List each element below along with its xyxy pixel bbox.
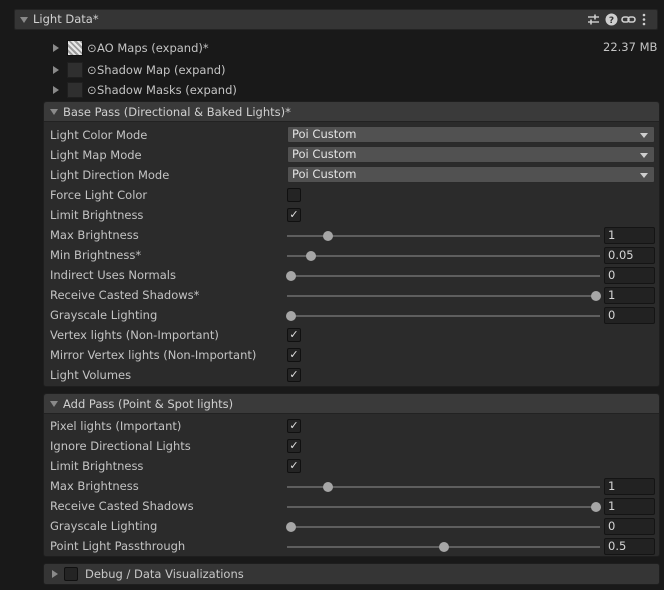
svg-text:?: ? — [609, 16, 614, 26]
receive-casted-shadows-field[interactable]: 1 — [604, 287, 655, 304]
texture-row-shadow-masks[interactable]: ⊙ Shadow Masks (expand) — [0, 80, 664, 100]
base-pass-header[interactable]: Base Pass (Directional & Baked Lights)* — [44, 102, 659, 122]
light-map-mode-dropdown[interactable]: Poi Custom — [287, 146, 655, 163]
slider-handle[interactable] — [322, 482, 333, 492]
point-light-passthrough-label: Point Light Passthrough — [50, 539, 186, 553]
texture-slot[interactable] — [67, 62, 83, 78]
header-title: Light Data* — [33, 12, 99, 26]
object-picker-icon[interactable]: ⊙ — [87, 63, 97, 77]
slider-handle[interactable] — [591, 502, 601, 512]
force-light-color-label: Force Light Color — [50, 188, 148, 202]
mirror-vertex-lights-checkbox[interactable]: ✓ — [287, 348, 301, 362]
light-direction-mode-dropdown[interactable]: Poi Custom — [287, 166, 655, 183]
sliders-icon[interactable] — [587, 13, 600, 26]
expand-arrow-icon[interactable] — [52, 570, 58, 578]
light-volumes-checkbox[interactable]: ✓ — [287, 368, 301, 382]
light-data-header[interactable]: Light Data* ? — [14, 9, 658, 30]
debug-toggle-checkbox[interactable] — [64, 567, 78, 581]
max-brightness-label: Max Brightness — [50, 479, 139, 493]
light-color-mode-label: Light Color Mode — [50, 128, 148, 142]
slider-handle[interactable] — [305, 251, 316, 261]
vertex-lights-label: Vertex lights (Non-Important) — [50, 328, 219, 342]
object-picker-icon[interactable]: ⊙ — [87, 41, 97, 55]
grayscale-lighting-slider[interactable] — [287, 526, 600, 528]
pixel-lights-checkbox[interactable]: ✓ — [287, 419, 301, 433]
grayscale-lighting-label: Grayscale Lighting — [50, 519, 158, 533]
add-pass-title: Add Pass (Point & Spot lights) — [63, 397, 234, 411]
max-brightness-label: Max Brightness — [50, 228, 139, 242]
debug-title: Debug / Data Visualizations — [85, 567, 244, 581]
texture-slot[interactable] — [67, 82, 83, 98]
receive-casted-shadows-field[interactable]: 1 — [604, 498, 655, 515]
slider-handle[interactable] — [286, 271, 296, 281]
min-brightness-label: Min Brightness* — [50, 248, 142, 262]
grayscale-lighting-field[interactable]: 0 — [604, 518, 655, 535]
force-light-color-checkbox[interactable] — [287, 188, 301, 202]
expand-arrow-icon[interactable] — [53, 66, 59, 74]
ignore-directional-lights-label: Ignore Directional Lights — [50, 439, 191, 453]
link-icon[interactable] — [621, 13, 636, 26]
dropdown-value: Poi Custom — [292, 127, 357, 141]
grayscale-lighting-field[interactable]: 0 — [604, 307, 655, 324]
limit-brightness-checkbox[interactable]: ✓ — [287, 208, 301, 222]
max-brightness-field[interactable]: 1 — [604, 227, 655, 244]
dropdown-arrow-icon — [640, 153, 648, 158]
texture-row-shadow-map[interactable]: ⊙ Shadow Map (expand) — [0, 60, 664, 80]
slider-handle[interactable] — [286, 522, 296, 532]
receive-casted-shadows-slider[interactable] — [287, 295, 600, 297]
max-brightness-field[interactable]: 1 — [604, 478, 655, 495]
light-map-mode-label: Light Map Mode — [50, 148, 142, 162]
limit-brightness-label: Limit Brightness — [50, 208, 144, 222]
max-brightness-slider[interactable] — [287, 486, 600, 488]
base-pass-title: Base Pass (Directional & Baked Lights)* — [63, 105, 291, 119]
indirect-uses-normals-label: Indirect Uses Normals — [50, 268, 176, 282]
indirect-uses-normals-slider[interactable] — [287, 275, 600, 277]
object-picker-icon[interactable]: ⊙ — [87, 83, 97, 97]
pixel-lights-label: Pixel lights (Important) — [50, 419, 182, 433]
receive-casted-shadows-slider[interactable] — [287, 506, 600, 508]
slider-handle[interactable] — [591, 291, 601, 301]
dropdown-value: Poi Custom — [292, 167, 357, 181]
dropdown-arrow-icon — [640, 173, 648, 178]
vertex-lights-checkbox[interactable]: ✓ — [287, 328, 301, 342]
more-menu-icon[interactable] — [641, 13, 647, 26]
light-volumes-label: Light Volumes — [50, 368, 132, 382]
texture-size: 22.37 MB — [603, 40, 658, 54]
slider-handle[interactable] — [322, 231, 333, 241]
grayscale-lighting-label: Grayscale Lighting — [50, 308, 158, 322]
light-color-mode-dropdown[interactable]: Poi Custom — [287, 126, 655, 143]
grayscale-lighting-slider[interactable] — [287, 315, 600, 317]
point-light-passthrough-field[interactable]: 0.5 — [604, 538, 655, 555]
dropdown-value: Poi Custom — [292, 147, 357, 161]
slider-handle[interactable] — [438, 542, 449, 552]
debug-header[interactable]: Debug / Data Visualizations — [43, 563, 660, 585]
add-pass-header[interactable]: Add Pass (Point & Spot lights) — [44, 394, 659, 414]
foldout-arrow-icon[interactable] — [50, 109, 58, 115]
limit-brightness-label: Limit Brightness — [50, 459, 144, 473]
max-brightness-slider[interactable] — [287, 235, 600, 237]
texture-label: Shadow Masks (expand) — [97, 83, 237, 97]
min-brightness-slider[interactable] — [287, 255, 600, 257]
dropdown-arrow-icon — [640, 133, 648, 138]
base-pass-panel: Base Pass (Directional & Baked Lights)* — [43, 101, 660, 387]
ao-map-thumbnail[interactable] — [67, 40, 83, 56]
slider-handle[interactable] — [286, 311, 296, 321]
ignore-directional-lights-checkbox[interactable]: ✓ — [287, 439, 301, 453]
texture-row-ao-maps[interactable]: ⊙ AO Maps (expand)* 22.37 MB — [0, 38, 664, 58]
receive-casted-shadows-label: Receive Casted Shadows* — [50, 288, 200, 302]
limit-brightness-checkbox[interactable]: ✓ — [287, 459, 301, 473]
foldout-arrow-icon[interactable] — [20, 17, 28, 23]
indirect-uses-normals-field[interactable]: 0 — [604, 267, 655, 284]
light-direction-mode-label: Light Direction Mode — [50, 168, 170, 182]
min-brightness-field[interactable]: 0.05 — [604, 247, 655, 264]
mirror-vertex-lights-label: Mirror Vertex lights (Non-Important) — [50, 348, 257, 362]
expand-arrow-icon[interactable] — [53, 44, 59, 52]
receive-casted-shadows-label: Receive Casted Shadows — [50, 499, 194, 513]
expand-arrow-icon[interactable] — [53, 86, 59, 94]
foldout-arrow-icon[interactable] — [50, 401, 58, 407]
help-icon[interactable]: ? — [605, 13, 618, 26]
texture-label: AO Maps (expand)* — [97, 41, 209, 55]
texture-label: Shadow Map (expand) — [97, 63, 226, 77]
